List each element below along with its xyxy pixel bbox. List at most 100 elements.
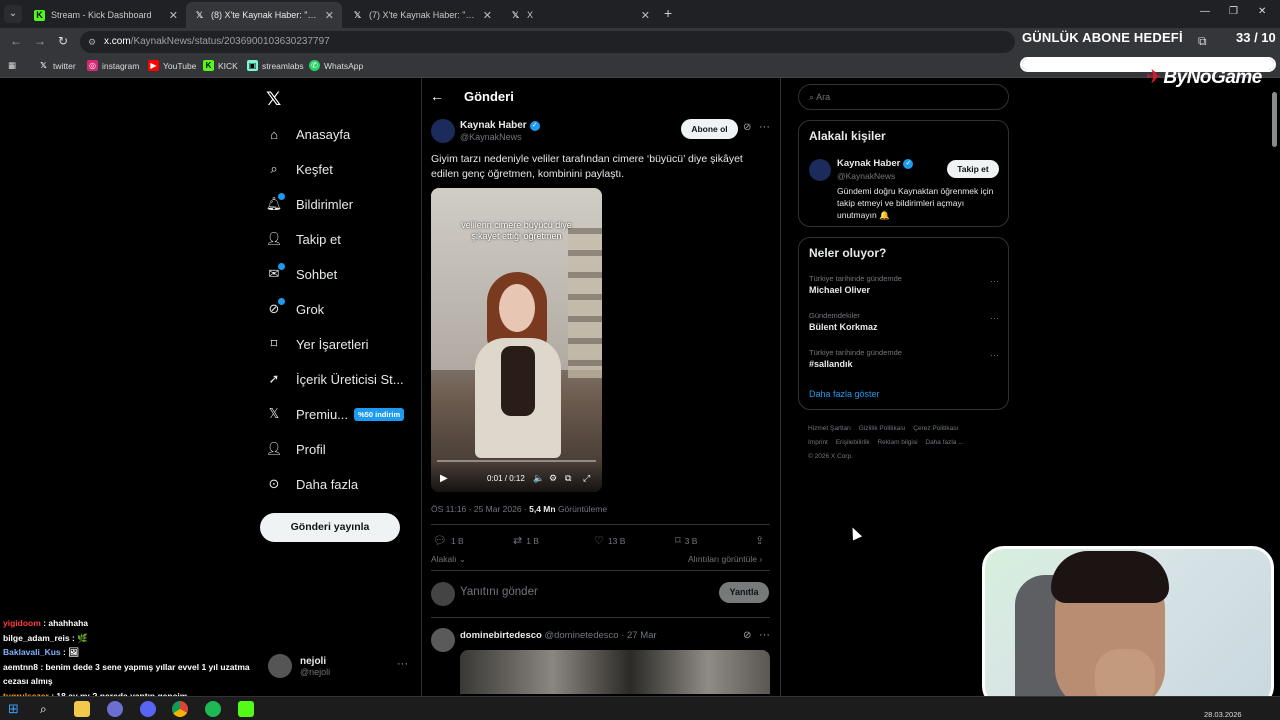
more-icon[interactable]: ··· (990, 276, 999, 286)
tab-kick-dashboard[interactable]: K Stream - Kick Dashboard ✕ (26, 2, 186, 28)
nav-item-rocket[interactable]: ➚ İçerik Üreticisi St... (266, 367, 404, 391)
bookmark-instagram[interactable]: ◎ instagram (87, 60, 139, 71)
footer-link[interactable]: Gizlilik Politikası (859, 425, 906, 432)
subscribe-button[interactable]: Abone ol (681, 119, 738, 139)
account-switcher[interactable]: nejoli @nejoli (268, 654, 330, 678)
footer-link[interactable]: Çerez Politikası (913, 425, 958, 432)
nav-item-bookmark[interactable]: ⌑ Yer İşaretleri (266, 332, 369, 356)
play-icon[interactable]: ▶ (440, 473, 448, 484)
fullscreen-icon[interactable]: ⤢ (583, 473, 590, 484)
back-arrow-icon[interactable]: ← (430, 88, 444, 104)
close-icon[interactable]: ✕ (169, 9, 178, 22)
trend-item[interactable]: Türkiye tarihinde gündemde #sallandık ··… (809, 348, 999, 369)
footer-link[interactable]: Daha fazla ... (925, 439, 963, 446)
volume-icon[interactable]: 🔈 (533, 473, 544, 484)
minimize-icon[interactable]: — (1200, 6, 1210, 17)
reply-stat[interactable]: 💬︎ 1 B (433, 534, 464, 547)
related-dropdown[interactable]: Alakalı ⌄ (431, 554, 466, 565)
window-close-icon[interactable]: ✕ (1258, 6, 1266, 17)
tab-x-post[interactable]: 𝕏 (7) X'te Kaynak Haber: "Giyim ta ✕ (344, 2, 500, 28)
restore-icon[interactable]: ❐ (1229, 6, 1238, 17)
trend-item[interactable]: Türkiye tarihinde gündemde Michael Olive… (809, 274, 999, 295)
x-logo-icon[interactable]: 𝕏 (266, 88, 281, 111)
grok-icon[interactable]: ⊘ (743, 122, 751, 133)
avatar[interactable] (809, 159, 831, 181)
author-handle[interactable]: @KaynakNews (460, 132, 522, 142)
apps-grid-icon[interactable]: ▦ (8, 60, 16, 71)
spotify-icon[interactable] (205, 701, 221, 717)
chat-username[interactable]: Baklavali_Kus (3, 647, 61, 657)
more-icon[interactable]: ··· (759, 121, 770, 133)
nav-item-add-user[interactable]: 👤︎ Takip et (266, 227, 341, 251)
chrome-icon[interactable] (172, 701, 188, 717)
extensions-icon[interactable]: ⧉ (1198, 34, 1207, 49)
discord-icon[interactable] (140, 701, 156, 717)
author-name[interactable]: Kaynak Haber ✓ (460, 120, 540, 131)
grok-icon[interactable]: ⊘ (743, 630, 751, 641)
pip-icon[interactable]: ⧉ (565, 473, 571, 484)
nav-item-x[interactable]: 𝕏 Premiu... %50 indirim (266, 402, 405, 426)
bookmark-whatsapp[interactable]: ✆ WhatsApp (309, 60, 363, 71)
footer-link[interactable]: Hizmet Şartları (808, 425, 851, 432)
video-progress[interactable] (437, 460, 596, 462)
repost-stat[interactable]: ⇄ 1 B (513, 534, 539, 547)
url-input[interactable]: ⚙ x.com/KaynakNews/status/20369001036302… (80, 31, 1015, 53)
post-video[interactable]: velilerin cimere büyücü diye şikayet ett… (431, 188, 602, 492)
file-explorer-icon[interactable] (74, 701, 90, 717)
trend-item[interactable]: Gündemdekiler Bülent Korkmaz ··· (809, 311, 999, 332)
account-more-icon[interactable]: ··· (397, 658, 408, 670)
new-tab-button[interactable]: + (664, 5, 672, 21)
more-icon[interactable]: ··· (759, 629, 770, 641)
nav-item-search[interactable]: ⌕ Keşfet (266, 157, 333, 181)
page-scrollbar[interactable] (1272, 92, 1277, 147)
forward-arrow-icon[interactable]: → (34, 34, 46, 48)
app-icon[interactable] (107, 701, 123, 717)
bookmark-stat[interactable]: ⌑ 3 B (675, 534, 697, 547)
tab-x-post-active[interactable]: 𝕏 (8) X'te Kaynak Haber: "Giyim ta ✕ (186, 2, 342, 28)
view-quotes-link[interactable]: Alıntıları görüntüle › (688, 554, 762, 564)
kick-icon: K (203, 60, 214, 71)
more-icon[interactable]: ··· (990, 350, 999, 360)
chat-username[interactable]: bilge_adam_reis (3, 633, 70, 643)
post-button[interactable]: Gönderi yayınla (260, 513, 400, 542)
nav-item-user[interactable]: 👤︎ Profil (266, 437, 326, 461)
like-stat[interactable]: ♡ 13 B (594, 534, 625, 547)
nav-item-grok[interactable]: ⊘ Grok (266, 297, 324, 321)
bookmark-youtube[interactable]: ▶ YouTube (148, 60, 196, 71)
tab-x[interactable]: 𝕏 X ✕ (502, 2, 658, 28)
reply-input[interactable]: Yanıtını gönder (460, 586, 538, 598)
kick-icon[interactable] (238, 701, 254, 717)
reply-avatar[interactable] (431, 628, 455, 652)
reply-button[interactable]: Yanıtla (719, 582, 769, 603)
close-icon[interactable]: ✕ (325, 9, 334, 22)
reload-icon[interactable]: ↻ (58, 34, 68, 48)
footer-link[interactable]: Erişilebilirlik (836, 439, 870, 446)
bookmark-kick[interactable]: K KICK (203, 60, 238, 71)
settings-icon[interactable]: ⚙ (549, 473, 557, 484)
nav-item-more-circle[interactable]: ⊙ Daha fazla (266, 472, 359, 496)
back-arrow-icon[interactable]: ← (10, 34, 22, 48)
chat-username[interactable]: aemtnn8 (3, 662, 38, 672)
follow-button[interactable]: Takip et (947, 160, 999, 178)
person-name[interactable]: Kaynak Haber ✓ (837, 158, 914, 169)
bookmark-streamlabs[interactable]: ▣ streamlabs (247, 60, 304, 71)
windows-start-icon[interactable]: ⊞ (8, 701, 24, 717)
bookmark-twitter[interactable]: 𝕏twitter (38, 60, 75, 71)
search-icon[interactable]: ⌕ (40, 701, 56, 717)
tab-search-icon[interactable]: ⌄ (4, 5, 22, 23)
nav-item-mail[interactable]: ✉ Sohbet (266, 262, 337, 286)
more-icon[interactable]: ··· (990, 313, 999, 323)
footer-link[interactable]: Imprint (808, 439, 828, 446)
show-more-link[interactable]: Daha fazla göster (809, 389, 880, 399)
nav-item-home[interactable]: ⌂ Anasayfa (266, 122, 350, 146)
site-info-icon[interactable]: ⚙ (88, 31, 96, 53)
share-icon[interactable]: ⇪ (755, 534, 764, 547)
author-avatar[interactable] (431, 119, 455, 143)
search-input[interactable]: ⌕ Ara (798, 84, 1009, 110)
reply-media[interactable] (460, 650, 770, 694)
close-icon[interactable]: ✕ (483, 9, 492, 22)
chat-username[interactable]: yigidoom (3, 618, 41, 628)
close-icon[interactable]: ✕ (641, 9, 650, 22)
footer-link[interactable]: Reklam bilgisi (877, 439, 917, 446)
nav-item-bell[interactable]: 🔔︎ Bildirimler (266, 192, 353, 216)
